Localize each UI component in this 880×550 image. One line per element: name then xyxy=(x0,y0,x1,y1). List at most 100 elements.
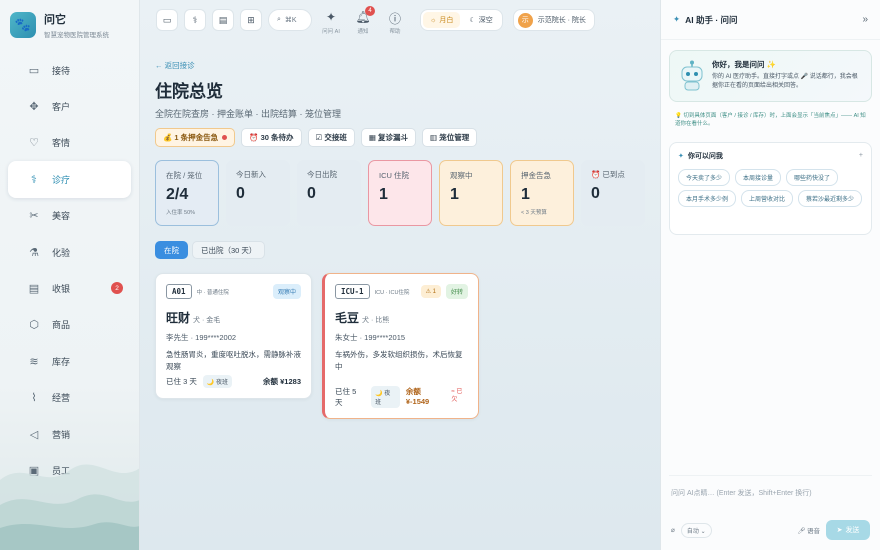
theme-dark-label: 深空 xyxy=(478,17,493,24)
balance: 余额 ¥1283 xyxy=(263,377,301,386)
stat-label: 今日新入 xyxy=(236,170,266,179)
stat-label: ⏰ 已到点 xyxy=(591,170,625,179)
suggested-question[interactable]: 本月手术多少例 xyxy=(678,189,737,207)
suggested-question[interactable]: 上周营收对比 xyxy=(741,189,794,207)
robot-icon xyxy=(678,59,706,93)
pending-chip[interactable]: ⏰ 30 条待办 xyxy=(241,128,302,147)
cashier-badge: 2 xyxy=(111,282,123,295)
back-link[interactable]: ← 返回接诊 xyxy=(155,60,645,71)
ai-greeting-card: 你好，我是问问 ✨ 你的 AI 医疗助手。直接打字或点 🎤 说话都行，我会根据你… xyxy=(669,50,872,102)
reception-icon: ▭ xyxy=(28,64,40,77)
sidebar-item-10[interactable]: ◁ 营销 xyxy=(8,416,131,452)
help-button[interactable]: ⓘ 帮助 xyxy=(382,10,408,35)
ai-panel-header: ✦ AI 助手 · 问问 » xyxy=(661,0,880,40)
theme-dark-option[interactable]: ☾ 深空 xyxy=(462,12,499,28)
sparkle-icon: ✦ xyxy=(673,14,681,24)
sidebar-item-5[interactable]: ⚗ 化验 xyxy=(8,234,131,270)
suggested-question[interactable]: 本周接诊量 xyxy=(735,168,782,186)
send-label: 发送 xyxy=(845,527,860,534)
stethoscope-icon: ⚕ xyxy=(31,173,37,186)
chart-icon: ⌇ xyxy=(31,392,37,405)
notify-button[interactable]: 🔔︎ 4 通知 xyxy=(350,5,376,35)
diagnosis: 车祸外伤，多发软组织损伤，术后恢复中 xyxy=(335,350,463,371)
sidebar-item-0[interactable]: ▭ 接待 xyxy=(8,52,131,88)
auto-mode-select[interactable]: 自动 ⌄ xyxy=(680,522,712,538)
stat-label: 在院 / 笼位 xyxy=(166,171,203,180)
sidebar-item-1[interactable]: ✥ 客户 xyxy=(8,88,131,124)
search-button[interactable]: ⌕ ⌘K xyxy=(268,9,312,31)
theme-light-label: 月白 xyxy=(439,17,454,24)
stat-card[interactable]: 押金告急 1 < 3 天预算 xyxy=(510,160,574,226)
pet-name: 毛豆 xyxy=(335,311,360,325)
handover-button[interactable]: ☑ 交接班 xyxy=(307,128,355,147)
sidebar-item-11[interactable]: ▣ 员工 xyxy=(8,452,131,488)
cage-manage-button[interactable]: ▥ 笼位管理 xyxy=(422,128,478,147)
stat-sub: < 3 天预算 xyxy=(521,210,547,216)
review-funnel-button[interactable]: ▦ 复诊漏斗 xyxy=(360,128,417,147)
stat-card[interactable]: ICU 住院 1 xyxy=(368,160,432,226)
send-button[interactable]: ➤ 发送 xyxy=(826,520,870,540)
deposit-alert-chip[interactable]: 💰 1 条押金告急 xyxy=(155,128,236,147)
sidebar-item-2[interactable]: ♡ 客情 xyxy=(8,125,131,161)
layers-icon: ≋ xyxy=(29,355,39,368)
stat-value: 1 xyxy=(379,186,388,203)
ai-input[interactable]: 问问 AI点睛… (Enter 发送，Shift+Enter 换行) xyxy=(669,482,872,504)
pet-info: 犬 · 金毛 xyxy=(193,317,221,324)
sidebar-item-6[interactable]: ▤ 收银 2 xyxy=(8,270,131,306)
attach-icon[interactable]: ⌀ xyxy=(671,526,675,534)
quick-action-button-3[interactable]: ⊞ xyxy=(240,9,262,31)
stat-value: 0 xyxy=(236,185,245,202)
sidebar-item-4[interactable]: ✂ 美容 xyxy=(8,198,131,234)
tab-discharged[interactable]: 已出院（30 天） xyxy=(192,241,266,259)
sidebar-item-label: 商品 xyxy=(52,320,71,331)
auto-mode-label: 自动 xyxy=(686,528,699,535)
notify-badge: 4 xyxy=(365,5,375,16)
sidebar-item-8[interactable]: ≋ 库存 xyxy=(8,343,131,379)
stat-value: 1 xyxy=(450,186,459,203)
sidebar-item-label: 化验 xyxy=(52,247,71,258)
app-subtitle: 智慧宠物医院管理系统 xyxy=(44,31,109,39)
patient-card[interactable]: A01 中 · 普通住院 观察中 旺财犬 · 金毛 李先生 · 199****2… xyxy=(155,273,312,399)
theme-light-option[interactable]: ☼ 月白 xyxy=(423,12,461,28)
voice-button[interactable]: 🎤︎ 语音 xyxy=(797,525,820,535)
sidebar-item-7[interactable]: ⬡ 商品 xyxy=(8,307,131,343)
main-content: ← 返回接诊 住院总览 全院在院查房 · 押金账单 · 出院结算 · 笼位管理 … xyxy=(140,40,660,550)
collapse-panel-icon[interactable]: » xyxy=(862,14,868,25)
stat-card[interactable]: 观察中 1 xyxy=(439,160,503,226)
message-icon: ▤ xyxy=(218,14,228,25)
plus-icon[interactable]: + xyxy=(859,152,863,159)
stat-card[interactable]: 今日出院 0 xyxy=(297,160,361,226)
sidebar: 🐾 问它 智慧宠物医院管理系统 ▭ 接待 ✥ 客户 ♡ 客情 ⚕ 诊疗 ✂ 美容 ⚗ 化验 ▤ 收银 2 ⬡ 商… xyxy=(0,0,140,550)
stat-card[interactable]: 在院 / 笼位 2/4 入住率 50% xyxy=(155,160,219,226)
ask-ai-button[interactable]: ✦ 问问 AI xyxy=(318,10,344,35)
help-label: 帮助 xyxy=(389,28,401,35)
cashier-icon: ▤ xyxy=(28,283,40,296)
status-badge: 好转 xyxy=(445,284,468,299)
stat-sub: 入住率 50% xyxy=(166,210,196,216)
quick-action-button-2[interactable]: ▤ xyxy=(212,9,234,31)
quick-action-button-1[interactable]: ⚕ xyxy=(184,9,206,31)
suggested-question[interactable]: 哪些药快没了 xyxy=(786,168,839,186)
suggested-question[interactable]: 今天卖了多少 xyxy=(678,168,731,186)
ask-ai-label: 问问 AI xyxy=(322,28,340,35)
page-title: 住院总览 xyxy=(155,82,223,101)
sidebar-item-3[interactable]: ⚕ 诊疗 xyxy=(8,161,131,198)
focus-hint: 💡 切到具体页面（客户 / 接诊 / 库存）时，上面会显示「当前焦点」—— AI… xyxy=(675,113,866,128)
patient-card[interactable]: ICU-1 ICU · ICU住院 ⚠ 1 好转 毛豆犬 · 比熊 朱女士 · … xyxy=(322,273,479,419)
user-menu[interactable]: 示 示范院长 · 院长 xyxy=(512,9,595,31)
stat-card[interactable]: ⏰ 已到点 0 xyxy=(581,160,645,226)
stat-card[interactable]: 今日新入 0 xyxy=(226,160,290,226)
sidebar-item-label: 员工 xyxy=(52,465,71,476)
sparkle-icon: ✦ xyxy=(678,152,684,160)
quick-action-button-0[interactable]: ▭ xyxy=(156,9,178,31)
pet-name: 旺财 xyxy=(166,311,191,325)
sidebar-item-9[interactable]: ⌇ 经营 xyxy=(8,380,131,416)
suggested-question[interactable]: 蔡若沙最近剩多少 xyxy=(798,189,863,207)
tab-current[interactable]: 在院 xyxy=(155,241,188,259)
user-name: 示范院长 · 院长 xyxy=(537,17,586,24)
ward-label: ICU · ICU住院 xyxy=(374,289,410,296)
owner-info: 朱女士 · 199****2015 xyxy=(335,333,406,342)
stat-label: ICU 住院 xyxy=(379,171,409,180)
sidebar-item-label: 接待 xyxy=(52,65,71,76)
stat-label: 观察中 xyxy=(450,171,473,180)
